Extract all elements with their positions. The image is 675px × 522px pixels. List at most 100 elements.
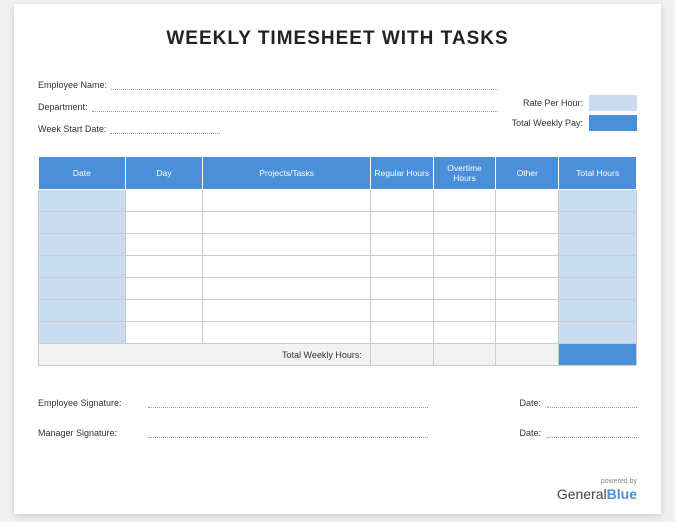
brand-logo: GeneralBlue [557, 486, 637, 502]
cell-total [559, 278, 637, 300]
table-row [39, 322, 637, 344]
cell-other[interactable] [496, 256, 559, 278]
powered-by-label: powered by [557, 478, 637, 485]
cell-other[interactable] [496, 322, 559, 344]
brand-part1: General [557, 486, 607, 502]
cell-day[interactable] [125, 300, 203, 322]
cell-day[interactable] [125, 256, 203, 278]
employee-name-input[interactable] [111, 78, 498, 90]
table-row [39, 278, 637, 300]
cell-ot[interactable] [433, 190, 496, 212]
cell-proj[interactable] [203, 278, 370, 300]
th-overtime: Overtime Hours [433, 157, 496, 190]
cell-date[interactable] [39, 234, 126, 256]
cell-other[interactable] [496, 234, 559, 256]
department-row: Department: [38, 94, 498, 112]
cell-date[interactable] [39, 322, 126, 344]
table-row [39, 256, 637, 278]
department-label: Department: [38, 102, 92, 112]
manager-signature-label: Manager Signature: [38, 428, 148, 438]
cell-proj[interactable] [203, 300, 370, 322]
total-pay-label: Total Weekly Pay: [482, 118, 589, 128]
th-total: Total Hours [559, 157, 637, 190]
total-reg [370, 344, 433, 366]
page-title: WEEKLY TIMESHEET WITH TASKS [38, 28, 637, 50]
cell-ot[interactable] [433, 300, 496, 322]
department-input[interactable] [92, 100, 498, 112]
cell-proj[interactable] [203, 256, 370, 278]
total-pay-value [589, 115, 637, 131]
total-weekly-hours [559, 344, 637, 366]
manager-date-input[interactable] [547, 426, 637, 438]
employee-signature-input[interactable] [148, 396, 428, 408]
table-row [39, 300, 637, 322]
cell-ot[interactable] [433, 278, 496, 300]
total-other [496, 344, 559, 366]
week-start-label: Week Start Date: [38, 124, 110, 134]
brand-part2: Blue [607, 486, 637, 502]
cell-day[interactable] [125, 212, 203, 234]
cell-date[interactable] [39, 278, 126, 300]
manager-date-label: Date: [519, 428, 547, 438]
week-start-row: Week Start Date: [38, 116, 498, 134]
right-fields: Rate Per Hour: Total Weekly Pay: [482, 94, 637, 134]
cell-other[interactable] [496, 190, 559, 212]
employee-date-label: Date: [519, 398, 547, 408]
employee-signature-row: Employee Signature: Date: [38, 396, 637, 408]
cell-date[interactable] [39, 190, 126, 212]
footer: powered by GeneralBlue [557, 478, 637, 502]
rate-input[interactable] [589, 95, 637, 111]
cell-reg[interactable] [370, 278, 433, 300]
cell-other[interactable] [496, 300, 559, 322]
cell-date[interactable] [39, 212, 126, 234]
cell-day[interactable] [125, 234, 203, 256]
table-row [39, 190, 637, 212]
cell-proj[interactable] [203, 234, 370, 256]
cell-total [559, 212, 637, 234]
cell-total [559, 234, 637, 256]
timesheet-page: WEEKLY TIMESHEET WITH TASKS Employee Nam… [14, 4, 661, 514]
cell-reg[interactable] [370, 300, 433, 322]
cell-proj[interactable] [203, 190, 370, 212]
info-block: Employee Name: Department: Week Start Da… [38, 72, 637, 142]
cell-ot[interactable] [433, 256, 496, 278]
cell-reg[interactable] [370, 234, 433, 256]
left-fields: Employee Name: Department: Week Start Da… [38, 72, 498, 138]
cell-ot[interactable] [433, 212, 496, 234]
table-row [39, 234, 637, 256]
employee-name-label: Employee Name: [38, 80, 111, 90]
cell-other[interactable] [496, 212, 559, 234]
cell-ot[interactable] [433, 322, 496, 344]
cell-day[interactable] [125, 190, 203, 212]
total-pay-row: Total Weekly Pay: [482, 114, 637, 132]
rate-label: Rate Per Hour: [482, 98, 589, 108]
th-other: Other [496, 157, 559, 190]
manager-signature-row: Manager Signature: Date: [38, 426, 637, 438]
cell-proj[interactable] [203, 322, 370, 344]
total-weekly-row: Total Weekly Hours: [39, 344, 637, 366]
cell-reg[interactable] [370, 322, 433, 344]
th-projects: Projects/Tasks [203, 157, 370, 190]
employee-date-input[interactable] [547, 396, 637, 408]
cell-date[interactable] [39, 300, 126, 322]
cell-reg[interactable] [370, 190, 433, 212]
table-header-row: Date Day Projects/Tasks Regular Hours Ov… [39, 157, 637, 190]
th-regular: Regular Hours [370, 157, 433, 190]
signature-block: Employee Signature: Date: Manager Signat… [38, 396, 637, 438]
manager-signature-input[interactable] [148, 426, 428, 438]
cell-total [559, 300, 637, 322]
cell-proj[interactable] [203, 212, 370, 234]
week-start-input[interactable] [110, 122, 220, 134]
cell-day[interactable] [125, 322, 203, 344]
rate-row: Rate Per Hour: [482, 94, 637, 112]
cell-reg[interactable] [370, 212, 433, 234]
cell-ot[interactable] [433, 234, 496, 256]
cell-date[interactable] [39, 256, 126, 278]
timesheet-table: Date Day Projects/Tasks Regular Hours Ov… [38, 156, 637, 366]
cell-other[interactable] [496, 278, 559, 300]
table-body: Total Weekly Hours: [39, 190, 637, 366]
cell-total [559, 256, 637, 278]
total-ot [433, 344, 496, 366]
cell-day[interactable] [125, 278, 203, 300]
cell-reg[interactable] [370, 256, 433, 278]
